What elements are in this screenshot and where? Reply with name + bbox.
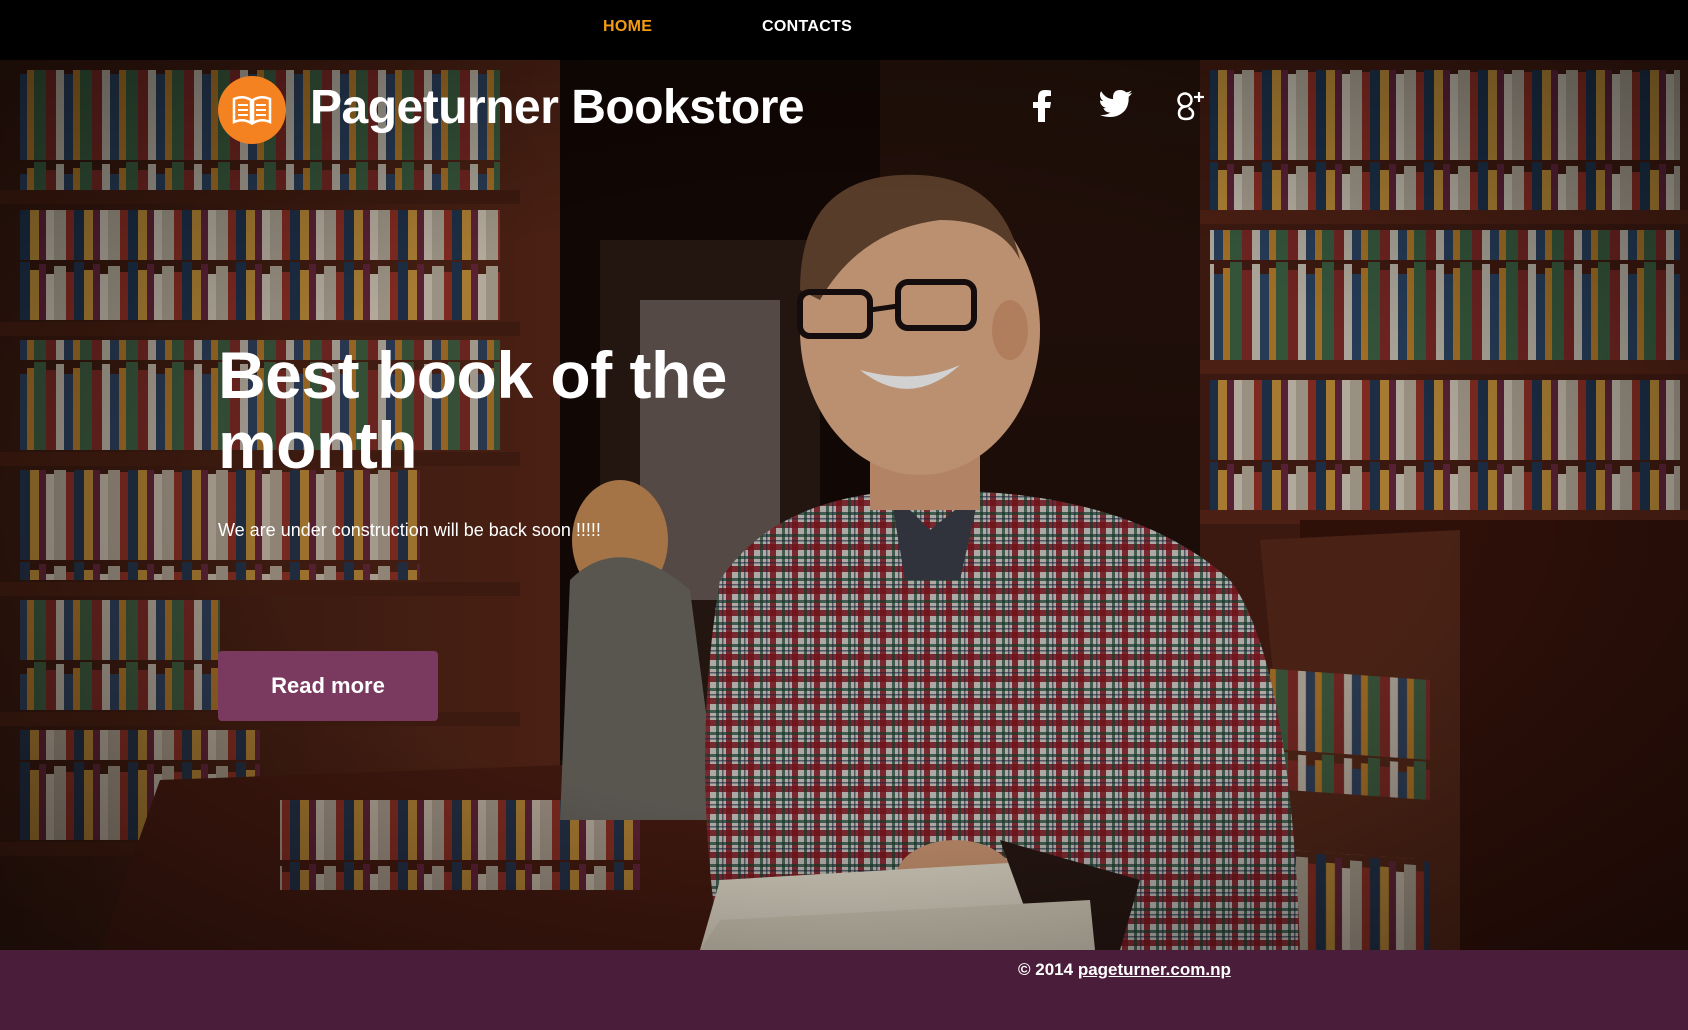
facebook-icon bbox=[1033, 90, 1051, 122]
hero-headline: Best book of the month bbox=[218, 338, 728, 482]
google-plus-icon bbox=[1177, 92, 1204, 121]
hero-subtext: We are under construction will be back s… bbox=[218, 520, 601, 540]
twitter-icon bbox=[1100, 90, 1132, 117]
footer-copyright: © 2014 pageturner.com.np bbox=[1018, 960, 1231, 980]
hero-section bbox=[0, 60, 1688, 950]
bookstore-background-image bbox=[0, 60, 1688, 950]
footer-site-link[interactable]: pageturner.com.np bbox=[1078, 960, 1231, 979]
nav-home-link[interactable]: HOME bbox=[603, 18, 652, 36]
site-title[interactable]: Pageturner Bookstore bbox=[310, 80, 805, 135]
footer: © 2014 pageturner.com.np bbox=[0, 950, 1688, 1030]
facebook-link[interactable] bbox=[1032, 90, 1052, 127]
twitter-link[interactable] bbox=[1100, 90, 1132, 123]
copyright-text: © 2014 bbox=[1018, 960, 1074, 979]
read-more-button[interactable]: Read more bbox=[218, 651, 438, 721]
logo[interactable] bbox=[218, 76, 286, 144]
top-navigation: HOME CONTACTS bbox=[0, 0, 1688, 60]
google-plus-link[interactable] bbox=[1175, 90, 1205, 127]
open-book-icon bbox=[232, 96, 272, 125]
nav-contacts-link[interactable]: CONTACTS bbox=[762, 18, 852, 36]
